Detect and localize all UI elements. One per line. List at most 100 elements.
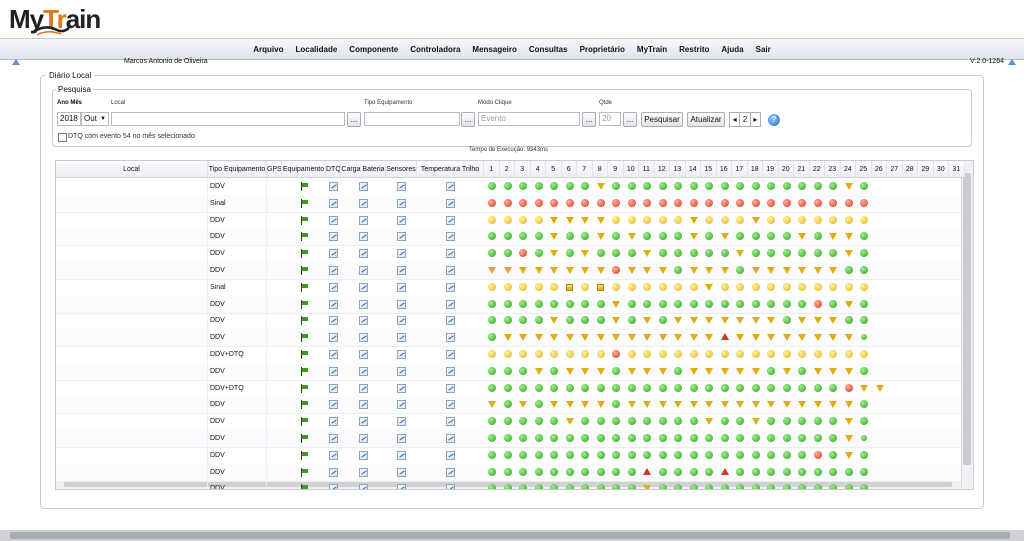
status-green-circle-icon[interactable] (515, 380, 531, 397)
status-yellow-circle-icon[interactable] (639, 279, 655, 296)
status-yellow-circle-icon[interactable] (810, 279, 826, 296)
status-green-circle-icon[interactable] (515, 464, 531, 481)
status-yellow-down-triangle-icon[interactable] (748, 363, 764, 380)
status-green-circle-icon[interactable] (531, 413, 547, 430)
status-yellow-down-triangle-icon[interactable] (825, 312, 841, 329)
status-green-circle-icon[interactable] (670, 380, 686, 397)
status-yellow-down-triangle-icon[interactable] (562, 396, 578, 413)
status-green-circle-icon[interactable] (500, 363, 516, 380)
status-red-circle-icon[interactable] (763, 195, 779, 212)
status-green-circle-icon[interactable] (717, 430, 733, 447)
local-cell[interactable] (56, 278, 208, 296)
status-green-circle-icon[interactable] (515, 363, 531, 380)
status-red-circle-icon[interactable] (515, 245, 531, 262)
status-yellow-circle-icon[interactable] (825, 346, 841, 363)
day-header[interactable]: 26 (871, 161, 887, 178)
carga-bateria-chart-icon[interactable] (359, 350, 368, 359)
status-green-circle-icon[interactable] (655, 447, 671, 464)
local-cell[interactable] (56, 430, 208, 447)
status-green-circle-icon[interactable] (655, 178, 671, 195)
status-yellow-down-triangle-icon[interactable] (701, 262, 717, 279)
status-green-circle-icon[interactable] (825, 447, 841, 464)
status-green-circle-icon[interactable] (655, 464, 671, 481)
status-green-circle-icon[interactable] (717, 480, 733, 489)
table-row[interactable]: DDV (56, 430, 961, 448)
status-green-circle-icon[interactable] (515, 447, 531, 464)
status-green-circle-icon[interactable] (841, 312, 857, 329)
status-green-circle-icon[interactable] (670, 480, 686, 489)
status-green-circle-icon[interactable] (732, 296, 748, 313)
status-green-circle-icon[interactable] (810, 178, 826, 195)
carga-bateria-chart-icon[interactable] (359, 249, 368, 259)
status-yellow-circle-icon[interactable] (500, 346, 516, 363)
status-red-circle-icon[interactable] (779, 195, 795, 212)
status-yellow-down-triangle-icon[interactable] (515, 329, 531, 346)
day-header[interactable]: 15 (701, 161, 717, 178)
status-yellow-down-triangle-icon[interactable] (531, 262, 547, 279)
status-yellow-down-triangle-icon[interactable] (794, 228, 810, 245)
status-green-circle-icon[interactable] (748, 430, 764, 447)
column-header[interactable]: DTQ (326, 161, 341, 178)
status-green-circle-icon[interactable] (624, 480, 640, 489)
status-yellow-down-triangle-icon[interactable] (531, 363, 547, 380)
local-cell[interactable] (56, 194, 208, 212)
modo-lookup-button[interactable]: ... (582, 112, 596, 127)
status-yellow-circle-icon[interactable] (670, 346, 686, 363)
temperatura-chart-icon[interactable] (446, 182, 455, 191)
status-yellow-circle-icon[interactable] (484, 212, 500, 229)
status-yellow-circle-icon[interactable] (732, 279, 748, 296)
status-yellow-circle-icon[interactable] (670, 212, 686, 229)
status-red-circle-icon[interactable] (608, 346, 624, 363)
status-yellow-down-triangle-icon[interactable] (779, 363, 795, 380)
status-green-circle-icon[interactable] (732, 447, 748, 464)
dtq-chart-icon[interactable] (329, 198, 338, 208)
equipamento-flag-icon[interactable] (300, 417, 309, 427)
local-cell[interactable] (56, 480, 208, 489)
status-green-circle-icon[interactable] (748, 464, 764, 481)
status-green-circle-icon[interactable] (732, 413, 748, 430)
status-yellow-down-triangle-icon[interactable] (701, 363, 717, 380)
status-green-circle-icon[interactable] (856, 396, 872, 413)
carga-bateria-chart-icon[interactable] (359, 299, 368, 309)
status-yellow-down-triangle-icon[interactable] (841, 296, 857, 313)
status-green-circle-icon[interactable] (732, 178, 748, 195)
day-header[interactable]: 12 (654, 161, 670, 178)
status-green-circle-icon[interactable] (655, 228, 671, 245)
equipamento-flag-icon[interactable] (300, 383, 309, 393)
temperatura-chart-icon[interactable] (446, 417, 455, 427)
status-green-circle-icon[interactable] (546, 413, 562, 430)
temperatura-chart-icon[interactable] (446, 299, 455, 309)
day-header[interactable]: 3 (515, 161, 531, 178)
local-cell[interactable] (56, 312, 208, 330)
status-green-circle-icon[interactable] (732, 262, 748, 279)
status-green-circle-icon[interactable] (608, 447, 624, 464)
carga-bateria-chart-icon[interactable] (359, 316, 368, 326)
status-green-circle-icon[interactable] (500, 480, 516, 489)
column-header[interactable]: GPS (267, 161, 282, 178)
temperatura-chart-icon[interactable] (446, 232, 455, 242)
table-row[interactable]: DDV (56, 446, 961, 465)
status-yellow-circle-icon[interactable] (562, 346, 578, 363)
sensores-chart-icon[interactable] (397, 400, 406, 410)
status-green-circle-icon[interactable] (531, 312, 547, 329)
status-green-circle-icon[interactable] (841, 262, 857, 279)
status-green-circle-icon[interactable] (810, 480, 826, 489)
status-green-circle-icon[interactable] (608, 430, 624, 447)
status-green-circle-icon[interactable] (794, 480, 810, 489)
status-yellow-down-triangle-icon[interactable] (624, 262, 640, 279)
status-yellow-down-triangle-icon[interactable] (639, 363, 655, 380)
status-green-circle-icon[interactable] (686, 480, 702, 489)
status-green-circle-icon[interactable] (593, 480, 609, 489)
dtq-chart-icon[interactable] (329, 366, 338, 376)
local-cell[interactable] (56, 396, 208, 414)
status-green-circle-icon[interactable] (577, 312, 593, 329)
status-green-circle-icon[interactable] (608, 380, 624, 397)
status-green-circle-icon[interactable] (670, 296, 686, 313)
status-yellow-down-triangle-icon[interactable] (763, 329, 779, 346)
status-yellow-circle-icon[interactable] (686, 346, 702, 363)
status-green-circle-icon[interactable] (515, 413, 531, 430)
status-red-up-triangle-icon[interactable] (717, 464, 733, 481)
status-green-circle-icon[interactable] (763, 413, 779, 430)
status-green-circle-icon[interactable] (732, 430, 748, 447)
day-header[interactable]: 20 (778, 161, 794, 178)
